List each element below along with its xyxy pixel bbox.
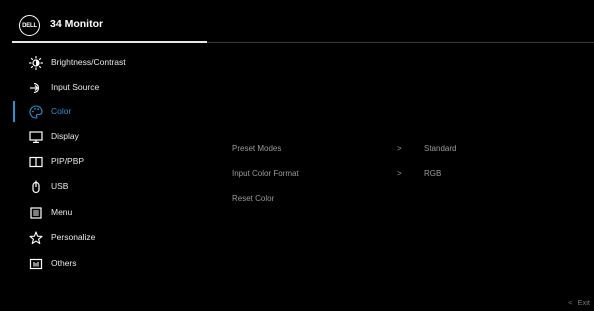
display-icon xyxy=(28,129,44,145)
submenu-input-color-format[interactable]: Input Color Format xyxy=(232,169,299,178)
menu-icon xyxy=(28,205,44,221)
submenu-reset-color[interactable]: Reset Color xyxy=(232,194,274,203)
sidebar-item-personalize[interactable]: Personalize xyxy=(0,227,200,249)
chevron-left-icon: < xyxy=(568,298,573,307)
sidebar-item-label: Personalize xyxy=(51,232,96,242)
sidebar-item-label: USB xyxy=(51,181,69,191)
sidebar-item-usb[interactable]: USB xyxy=(0,176,200,198)
exit-button[interactable]: < Exit xyxy=(568,298,590,307)
sidebar-item-label: Others xyxy=(51,258,77,268)
sidebar-item-label: Color xyxy=(51,106,72,116)
pip-pbp-icon xyxy=(28,154,44,170)
sidebar-item-input-source[interactable]: Input Source xyxy=(0,77,200,99)
others-icon xyxy=(28,256,44,272)
submenu-arrow: > xyxy=(397,169,402,178)
sidebar-item-others[interactable]: Others xyxy=(0,253,200,275)
sidebar-item-color[interactable]: Color xyxy=(0,101,200,123)
star-icon xyxy=(28,230,44,246)
sidebar-item-label: Menu xyxy=(51,207,73,217)
input-color-format-value: RGB xyxy=(424,169,442,178)
sidebar-item-label: Brightness/Contrast xyxy=(51,57,126,67)
submenu-preset-modes[interactable]: Preset Modes xyxy=(232,144,281,153)
preset-modes-value: Standard xyxy=(424,144,457,153)
color-palette-icon xyxy=(28,104,44,120)
input-source-icon xyxy=(28,80,44,96)
monitor-osd: DELL 34 Monitor Brightness/Contrast Inpu… xyxy=(0,0,594,311)
header-divider-highlight xyxy=(12,41,207,43)
sidebar-item-label: Input Source xyxy=(51,82,100,92)
usb-icon xyxy=(28,179,44,195)
sidebar-item-pip-pbp[interactable]: PIP/PBP xyxy=(0,151,200,173)
sidebar-item-label: PIP/PBP xyxy=(51,156,85,166)
monitor-model-title: 34 Monitor xyxy=(50,18,104,30)
brightness-icon xyxy=(28,55,44,71)
sidebar-item-brightness-contrast[interactable]: Brightness/Contrast xyxy=(0,52,200,74)
dell-logo: DELL xyxy=(19,15,40,36)
header-divider xyxy=(207,42,594,43)
osd-header: DELL 34 Monitor xyxy=(0,0,594,44)
submenu-arrow: > xyxy=(397,144,402,153)
sidebar-item-display[interactable]: Display xyxy=(0,126,200,148)
sidebar-item-label: Display xyxy=(51,131,79,141)
exit-label: Exit xyxy=(577,298,590,307)
sidebar-item-menu[interactable]: Menu xyxy=(0,202,200,224)
